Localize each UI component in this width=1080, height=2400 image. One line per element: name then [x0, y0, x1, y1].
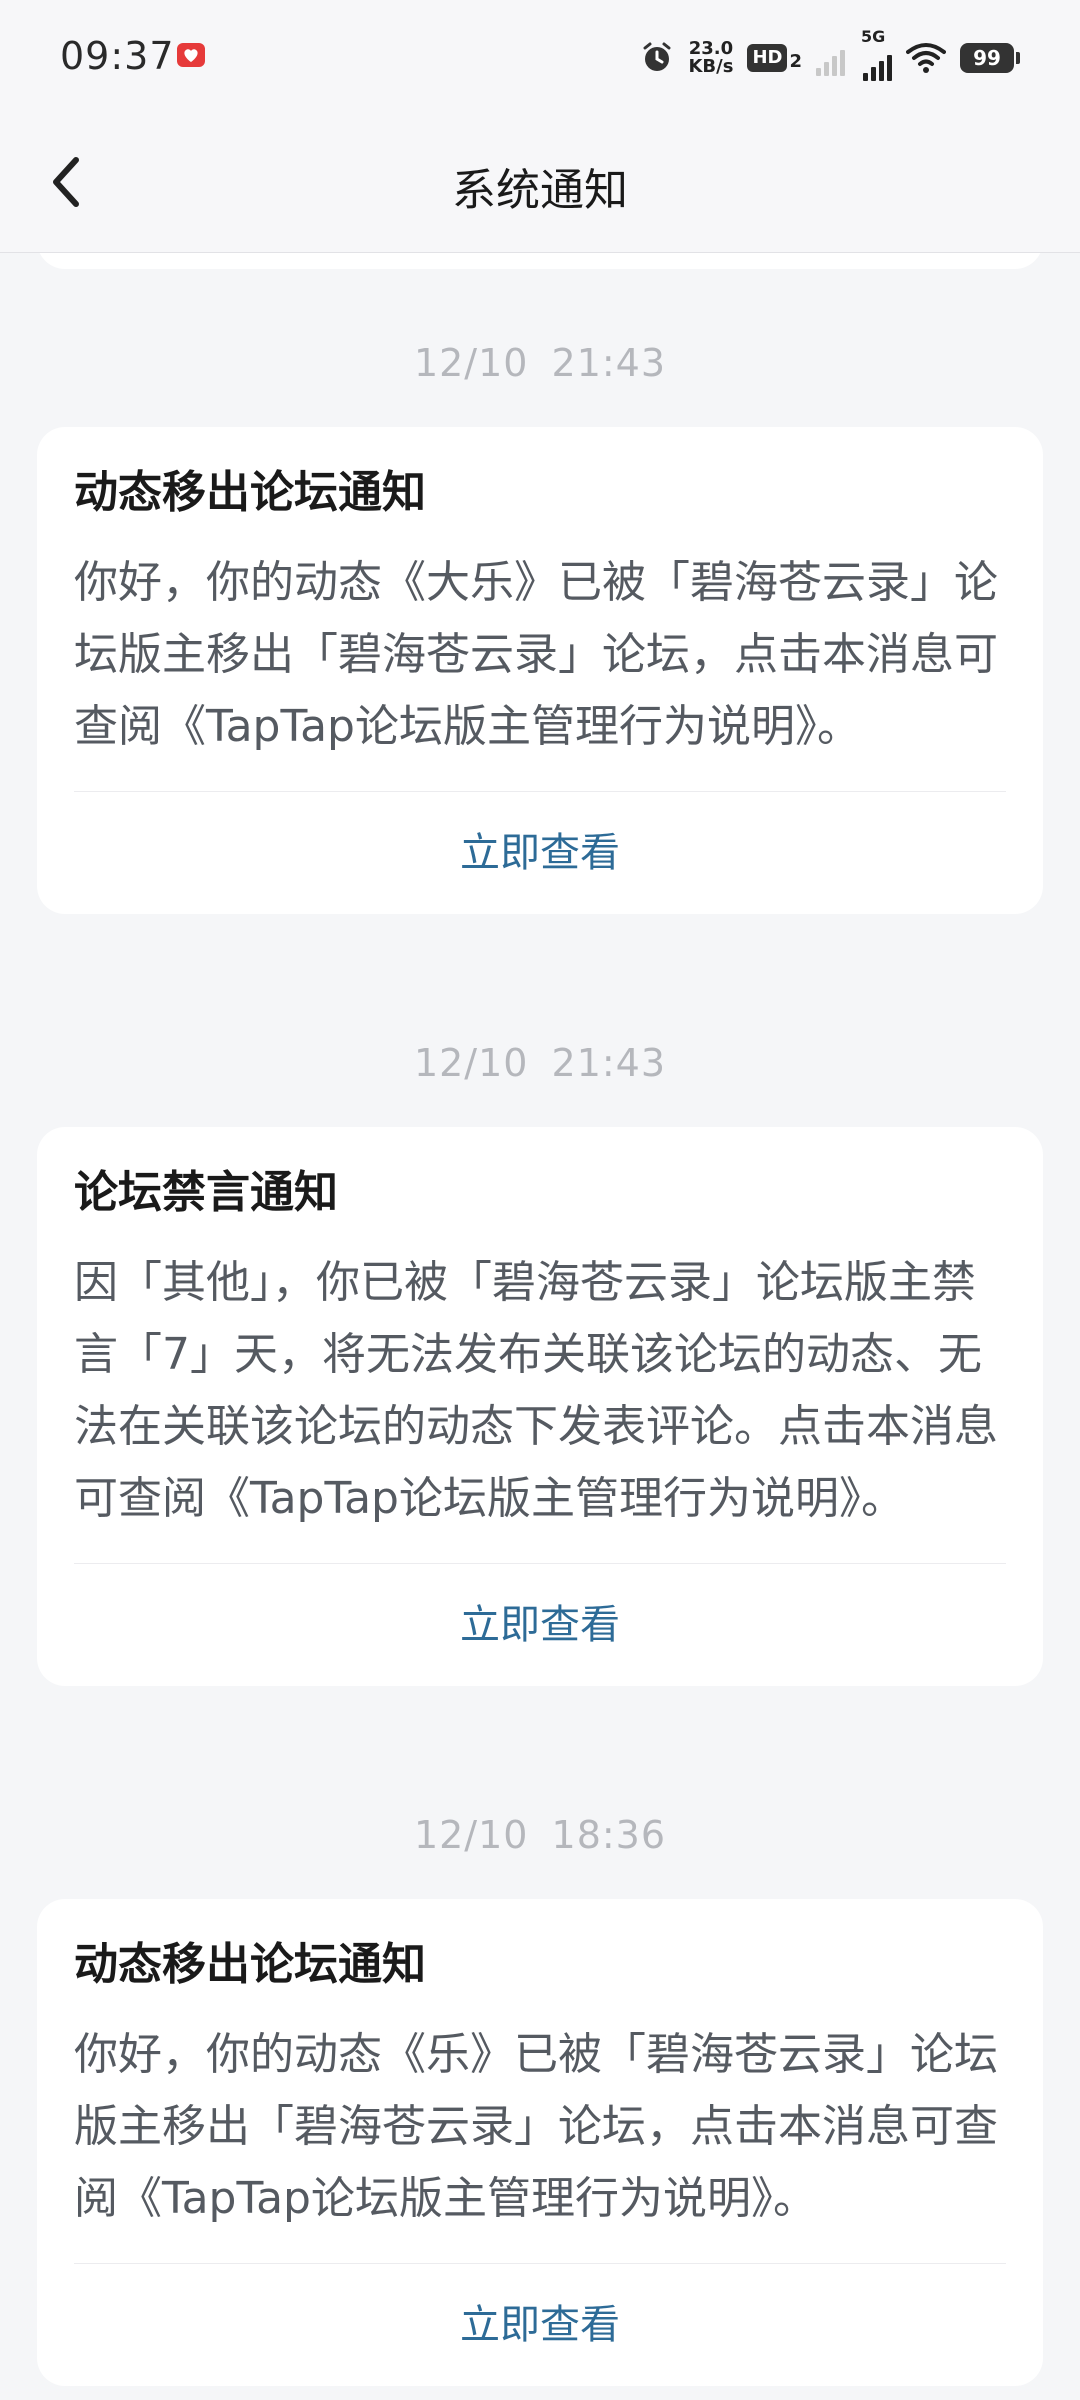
notice-timestamp: 12/10 21:43	[413, 1041, 667, 1085]
notice-body: 你好，你的动态《大乐》已被「碧海苍云录」论坛版主移出「碧海苍云录」论坛，点击本消…	[74, 557, 998, 752]
status-time: 09:37	[60, 34, 175, 78]
notice-body: 你好，你的动态《乐》已被「碧海苍云录」论坛版主移出「碧海苍云录」论坛，点击本消息…	[74, 2029, 998, 2224]
network-speed-unit: KB/s	[688, 56, 734, 77]
notice-card[interactable]: 论坛禁言通知 因「其他」，你已被「碧海苍云录」论坛版主禁言「7」天，将无法发布关…	[37, 1127, 1043, 1686]
previous-card-edge	[37, 253, 1043, 269]
hd-label: HD	[747, 44, 788, 72]
notice-timestamp: 12/10 18:36	[413, 1813, 667, 1857]
notice-item: 12/10 18:36 动态移出论坛通知 你好，你的动态《乐》已被「碧海苍云录」…	[0, 1805, 1080, 2386]
notice-item: 12/10 21:43 论坛禁言通知 因「其他」，你已被「碧海苍云录」论坛版主禁…	[0, 1033, 1080, 1686]
page-title: 系统通知	[452, 165, 628, 216]
notice-body: 因「其他」，你已被「碧海苍云录」论坛版主禁言「7」天，将无法发布关联该论坛的动态…	[74, 1257, 998, 1524]
battery-level: 99	[960, 43, 1014, 73]
view-now-link[interactable]: 立即查看	[37, 792, 1043, 914]
signal-5g-icon: 5G	[861, 27, 892, 81]
alarm-icon	[643, 42, 671, 71]
status-indicators: 23.0 KB/s HD 2 5G 99	[640, 27, 1020, 81]
notification-list[interactable]: 12/10 21:43 动态移出论坛通知 你好，你的动态《大乐》已被「碧海苍云录…	[0, 253, 1080, 2400]
signal-sim1-icon	[816, 40, 849, 76]
network-speed: 23.0 KB/s	[688, 40, 733, 76]
notice-timestamp: 12/10 21:43	[413, 341, 667, 385]
notice-title: 动态移出论坛通知	[74, 1939, 426, 1990]
view-now-link[interactable]: 立即查看	[37, 1564, 1043, 1686]
notice-title: 论坛禁言通知	[74, 1167, 338, 1218]
notice-item: 12/10 21:43 动态移出论坛通知 你好，你的动态《大乐》已被「碧海苍云录…	[0, 333, 1080, 914]
notice-title: 动态移出论坛通知	[74, 467, 426, 518]
hd-sub-label: 2	[789, 51, 802, 72]
notice-card[interactable]: 动态移出论坛通知 你好，你的动态《大乐》已被「碧海苍云录」论坛版主移出「碧海苍云…	[37, 427, 1043, 914]
hd-voice-icon: HD 2	[747, 44, 802, 72]
notice-card[interactable]: 动态移出论坛通知 你好，你的动态《乐》已被「碧海苍云录」论坛版主移出「碧海苍云录…	[37, 1899, 1043, 2386]
app-notification-icon	[177, 43, 205, 67]
network-type-label: 5G	[861, 27, 886, 46]
nav-bar: 系统通知	[0, 112, 1080, 253]
battery-icon: 99	[960, 43, 1020, 73]
wifi-icon	[906, 43, 946, 73]
status-bar: 09:37 23.0 KB/s HD 2 5G 99	[0, 0, 1080, 112]
view-now-link[interactable]: 立即查看	[37, 2264, 1043, 2386]
